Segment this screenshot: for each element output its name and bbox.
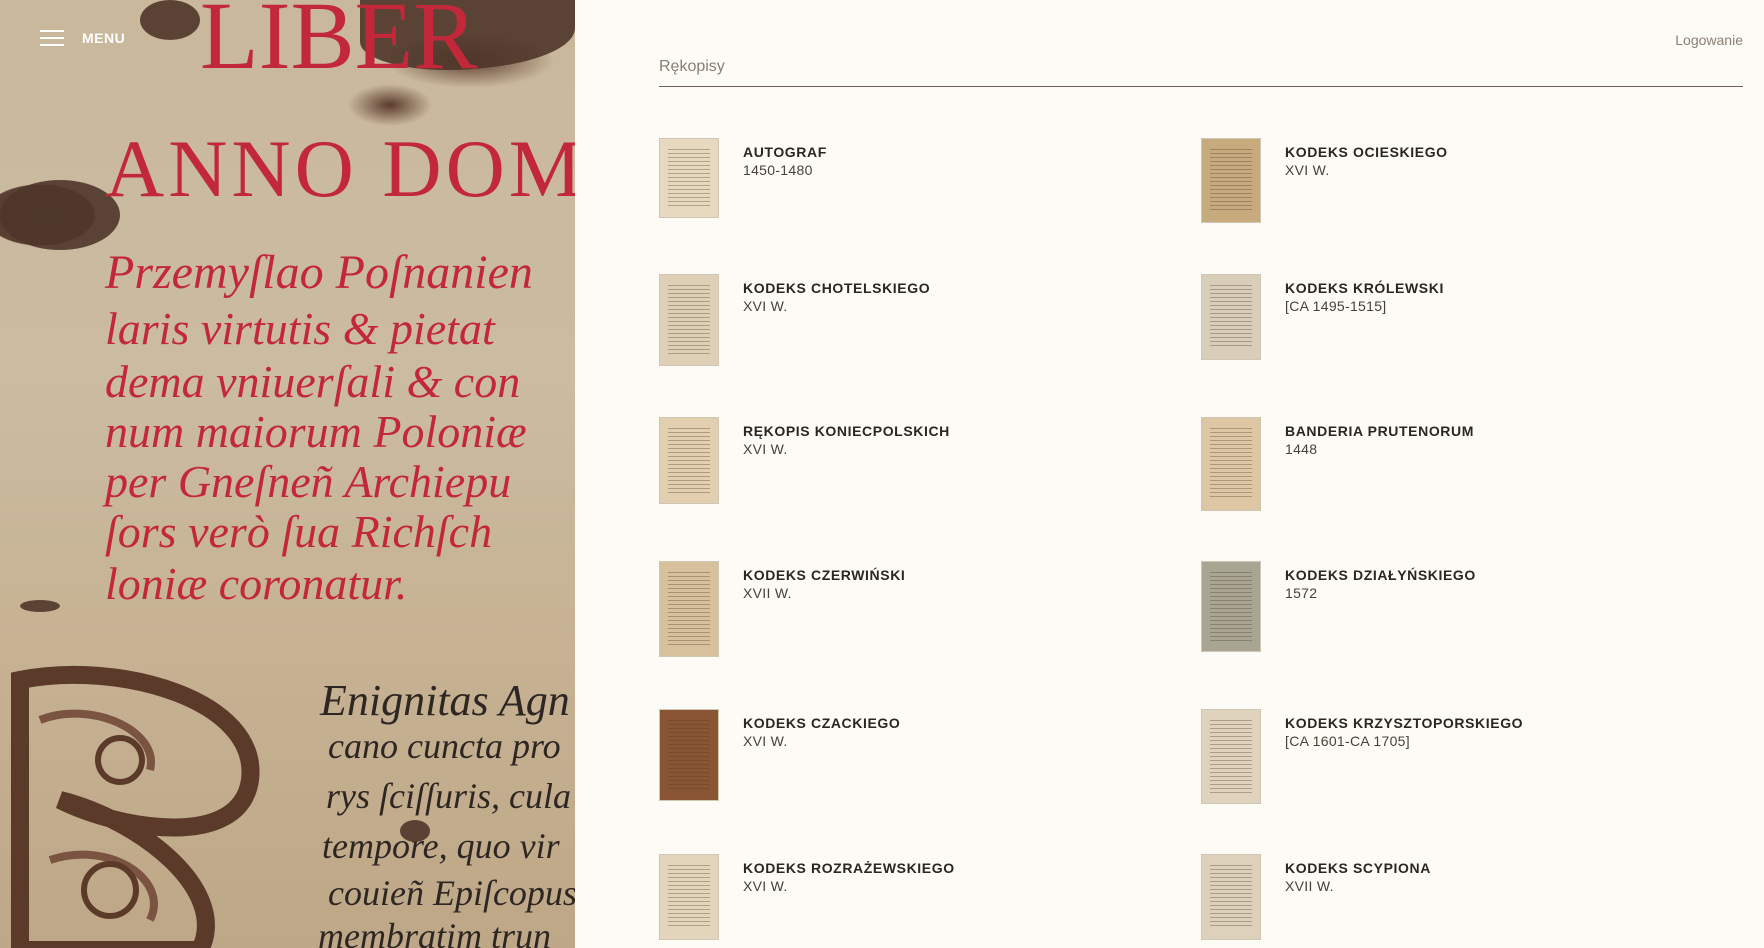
item-title[interactable]: KODEKS DZIAŁYŃSKIEGO xyxy=(1285,567,1476,583)
login-link[interactable]: Logowanie xyxy=(1675,32,1743,48)
manuscript-thumbnail[interactable] xyxy=(1201,709,1261,804)
hero-manuscript-image: LIBER ANNO DOM Przemyſlao Poſnanien lari… xyxy=(0,0,575,948)
ornament-initial-icon xyxy=(11,665,260,948)
item-date: XVII W. xyxy=(1285,878,1334,894)
item-date: [CA 1495-1515] xyxy=(1285,298,1387,314)
item-date: XVI W. xyxy=(743,441,788,457)
menu-label: MENU xyxy=(82,30,126,46)
manuscript-thumbnail[interactable] xyxy=(1201,561,1261,652)
item-date: 1448 xyxy=(1285,441,1318,457)
hamburger-icon xyxy=(40,30,64,46)
list-item[interactable]: RĘKOPIS KONIECPOLSKICH XVI W. xyxy=(659,417,950,504)
manuscript-thumbnail[interactable] xyxy=(1201,274,1261,360)
item-title[interactable]: KODEKS ROZRAŻEWSKIEGO xyxy=(743,860,955,876)
item-date: XVI W. xyxy=(743,733,788,749)
manuscript-thumbnail[interactable] xyxy=(659,274,719,366)
list-item[interactable]: KODEKS OCIESKIEGO XVI W. xyxy=(1201,138,1448,223)
list-item[interactable]: KODEKS KRÓLEWSKI [CA 1495-1515] xyxy=(1201,274,1444,360)
hero-line-2: ANNO DOM xyxy=(105,123,575,214)
hero-text-5: couieñ Epiſcopus xyxy=(328,873,575,913)
list-item[interactable]: KODEKS CHOTELSKIEGO XVI W. xyxy=(659,274,930,366)
item-title[interactable]: KODEKS CZACKIEGO xyxy=(743,715,900,731)
hero-text-6: membratim trun xyxy=(318,916,551,948)
hero-text-1: Enignitas Agn xyxy=(320,676,570,725)
manuscript-thumbnail[interactable] xyxy=(659,854,719,940)
item-date: [CA 1601-CA 1705] xyxy=(1285,733,1410,749)
hero-line-6: num maiorum Poloniæ xyxy=(105,406,527,457)
list-item[interactable]: KODEKS ROZRAŻEWSKIEGO XVI W. xyxy=(659,854,955,940)
item-title[interactable]: KODEKS SCYPIONA xyxy=(1285,860,1431,876)
item-title[interactable]: AUTOGRAF xyxy=(743,144,827,160)
list-item[interactable]: KODEKS DZIAŁYŃSKIEGO 1572 xyxy=(1201,561,1476,652)
hero-text-4: tempore, quo vir xyxy=(322,826,560,866)
hero-line-9: loniæ coronatur. xyxy=(105,558,408,609)
hero-line-4: laris virtutis & pietat xyxy=(105,303,495,354)
section-header: Rękopisy xyxy=(659,58,1743,87)
item-date: XVII W. xyxy=(743,585,792,601)
hero-line-3: Przemyſlao Poſnanien xyxy=(105,246,533,299)
hero-line-5: dema vniuerſali & con xyxy=(105,356,521,407)
item-date: XVI W. xyxy=(1285,162,1330,178)
hero-line-1: LIBER xyxy=(200,0,478,89)
manuscript-thumbnail[interactable] xyxy=(1201,417,1261,511)
item-date: XVI W. xyxy=(743,298,788,314)
hero-text-2: cano cuncta pro xyxy=(328,726,561,766)
manuscript-thumbnail[interactable] xyxy=(1201,854,1261,940)
item-title[interactable]: KODEKS CHOTELSKIEGO xyxy=(743,280,930,296)
item-title[interactable]: KODEKS KRZYSZTOPORSKIEGO xyxy=(1285,715,1523,731)
manuscript-thumbnail[interactable] xyxy=(659,709,719,801)
hero-line-7: per Gneſneñ Archiepu xyxy=(105,456,512,507)
item-title[interactable]: KODEKS CZERWIŃSKI xyxy=(743,567,905,583)
hero-text-3: rys ſciſſuris, cula xyxy=(326,776,571,816)
list-item[interactable]: KODEKS CZERWIŃSKI XVII W. xyxy=(659,561,905,657)
menu-button[interactable]: MENU xyxy=(40,30,125,46)
list-item[interactable]: KODEKS SCYPIONA XVII W. xyxy=(1201,854,1431,940)
item-title[interactable]: KODEKS OCIESKIEGO xyxy=(1285,144,1448,160)
manuscript-thumbnail[interactable] xyxy=(659,138,719,218)
hero-line-8: ſors verò ſua Richſch xyxy=(105,506,493,557)
item-title[interactable]: BANDERIA PRUTENORUM xyxy=(1285,423,1474,439)
manuscript-thumbnail[interactable] xyxy=(1201,138,1261,223)
section-title: Rękopisy xyxy=(659,58,725,75)
item-title[interactable]: KODEKS KRÓLEWSKI xyxy=(1285,280,1444,296)
list-item[interactable]: AUTOGRAF 1450-1480 xyxy=(659,138,827,218)
item-date: 1572 xyxy=(1285,585,1318,601)
list-item[interactable]: KODEKS CZACKIEGO XVI W. xyxy=(659,709,900,801)
item-title[interactable]: RĘKOPIS KONIECPOLSKICH xyxy=(743,423,950,439)
list-item[interactable]: BANDERIA PRUTENORUM 1448 xyxy=(1201,417,1474,511)
item-date: 1450-1480 xyxy=(743,162,813,178)
manuscript-thumbnail[interactable] xyxy=(659,417,719,504)
list-item[interactable]: KODEKS KRZYSZTOPORSKIEGO [CA 1601-CA 1705… xyxy=(1201,709,1523,804)
item-date: XVI W. xyxy=(743,878,788,894)
manuscript-thumbnail[interactable] xyxy=(659,561,719,657)
